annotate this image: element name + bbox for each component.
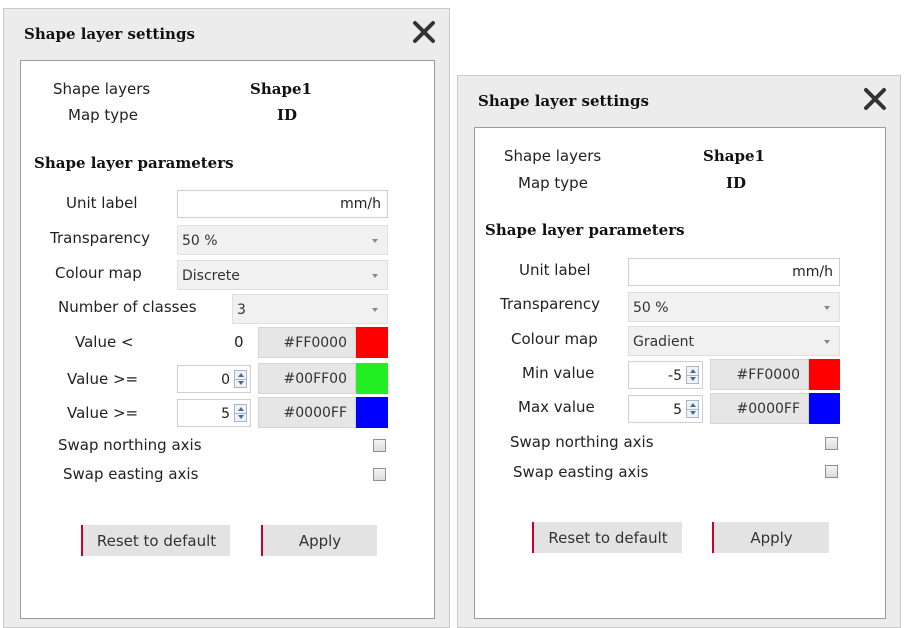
class-1-hex[interactable]: #00FF00 xyxy=(258,363,356,394)
transparency-select[interactable]: 50 % xyxy=(628,292,840,322)
shape-layers-label: Shape layers xyxy=(53,80,151,98)
apply-button[interactable]: Apply xyxy=(712,522,829,553)
class-1-color-swatch[interactable] xyxy=(356,363,388,394)
chevron-down-icon xyxy=(372,239,378,243)
colour-map-value: Discrete xyxy=(182,268,240,284)
class-0-hex[interactable]: #FF0000 xyxy=(258,327,356,358)
map-type-value: ID xyxy=(277,106,298,124)
max-value-stepper[interactable]: 5 xyxy=(628,395,703,423)
dialog-title: Shape layer settings xyxy=(24,25,195,43)
swap-northing-label: Swap northing axis xyxy=(510,433,654,451)
close-icon[interactable] xyxy=(411,19,437,45)
class-1-label: Value >= xyxy=(67,370,139,388)
transparency-value: 50 % xyxy=(182,233,218,249)
dialog-titlebar[interactable]: Shape layer settings xyxy=(4,9,449,59)
unit-label-input[interactable]: mm/h xyxy=(177,190,388,218)
swap-easting-label: Swap easting axis xyxy=(63,465,199,483)
shape-layers-value: Shape1 xyxy=(250,80,312,98)
number-of-classes-label: Number of classes xyxy=(58,298,197,316)
class-2-value-stepper[interactable]: 5 xyxy=(177,399,251,427)
min-hex[interactable]: #FF0000 xyxy=(710,359,809,390)
class-0-color-swatch[interactable] xyxy=(356,327,388,358)
unit-label: Unit label xyxy=(66,194,138,212)
class-2-label: Value >= xyxy=(67,404,139,422)
dialog-title: Shape layer settings xyxy=(478,92,649,110)
max-color-swatch[interactable] xyxy=(809,393,840,424)
spinner-arrows-icon[interactable] xyxy=(234,404,247,422)
min-value-label: Min value xyxy=(522,364,595,382)
transparency-select[interactable]: 50 % xyxy=(177,225,388,255)
map-type-value: ID xyxy=(726,174,747,192)
settings-panel: Shape layers Shape1 Map type ID Shape la… xyxy=(474,127,886,619)
chevron-down-icon xyxy=(372,308,378,312)
spinner-arrows-icon[interactable] xyxy=(234,370,247,388)
spinner-arrows-icon[interactable] xyxy=(686,400,699,418)
dialog-titlebar[interactable]: Shape layer settings xyxy=(458,76,900,126)
class-0-value: 0 xyxy=(234,333,244,351)
reset-to-default-button[interactable]: Reset to default xyxy=(532,522,682,553)
apply-button[interactable]: Apply xyxy=(261,525,377,556)
max-hex[interactable]: #0000FF xyxy=(710,393,809,424)
chevron-down-icon xyxy=(824,340,830,344)
section-title: Shape layer parameters xyxy=(485,221,685,239)
colour-map-select[interactable]: Gradient xyxy=(628,326,840,356)
class-2-value: 5 xyxy=(221,406,230,422)
settings-panel: Shape layers Shape1 Map type ID Shape la… xyxy=(20,60,435,619)
shape-layers-label: Shape layers xyxy=(504,147,602,165)
close-icon[interactable] xyxy=(862,86,888,112)
colour-map-label: Colour map xyxy=(55,264,142,282)
shape-layer-settings-dialog-gradient: Shape layer settings Shape layers Shape1… xyxy=(457,75,901,628)
shape-layers-value: Shape1 xyxy=(703,147,765,165)
colour-map-value: Gradient xyxy=(633,334,694,350)
swap-northing-checkbox[interactable] xyxy=(373,439,386,452)
min-value: -5 xyxy=(668,368,682,384)
swap-easting-checkbox[interactable] xyxy=(373,468,386,481)
swap-northing-checkbox[interactable] xyxy=(825,437,838,450)
class-1-value-stepper[interactable]: 0 xyxy=(177,365,251,393)
transparency-value: 50 % xyxy=(633,300,669,316)
swap-northing-label: Swap northing axis xyxy=(58,436,202,454)
min-value-stepper[interactable]: -5 xyxy=(628,361,703,389)
swap-easting-label: Swap easting axis xyxy=(513,463,649,481)
number-of-classes-value: 3 xyxy=(237,302,246,318)
chevron-down-icon xyxy=(824,306,830,310)
reset-to-default-button[interactable]: Reset to default xyxy=(81,525,230,556)
transparency-label: Transparency xyxy=(50,229,151,247)
spinner-arrows-icon[interactable] xyxy=(686,366,699,384)
min-color-swatch[interactable] xyxy=(809,359,840,390)
colour-map-label: Colour map xyxy=(511,330,598,348)
max-value-label: Max value xyxy=(518,398,595,416)
class-0-label: Value < xyxy=(75,333,134,351)
map-type-label: Map type xyxy=(68,106,138,124)
unit-label-input[interactable]: mm/h xyxy=(628,258,840,286)
class-1-value: 0 xyxy=(221,372,230,388)
map-type-label: Map type xyxy=(518,174,588,192)
swap-easting-checkbox[interactable] xyxy=(825,465,838,478)
unit-label: Unit label xyxy=(519,261,591,279)
number-of-classes-select[interactable]: 3 xyxy=(232,294,388,324)
transparency-label: Transparency xyxy=(500,295,601,313)
shape-layer-settings-dialog-discrete: Shape layer settings Shape layers Shape1… xyxy=(3,8,450,628)
section-title: Shape layer parameters xyxy=(34,154,234,172)
class-2-color-swatch[interactable] xyxy=(356,397,388,428)
class-2-hex[interactable]: #0000FF xyxy=(258,397,356,428)
colour-map-select[interactable]: Discrete xyxy=(177,260,388,290)
chevron-down-icon xyxy=(372,274,378,278)
max-value: 5 xyxy=(673,402,682,418)
